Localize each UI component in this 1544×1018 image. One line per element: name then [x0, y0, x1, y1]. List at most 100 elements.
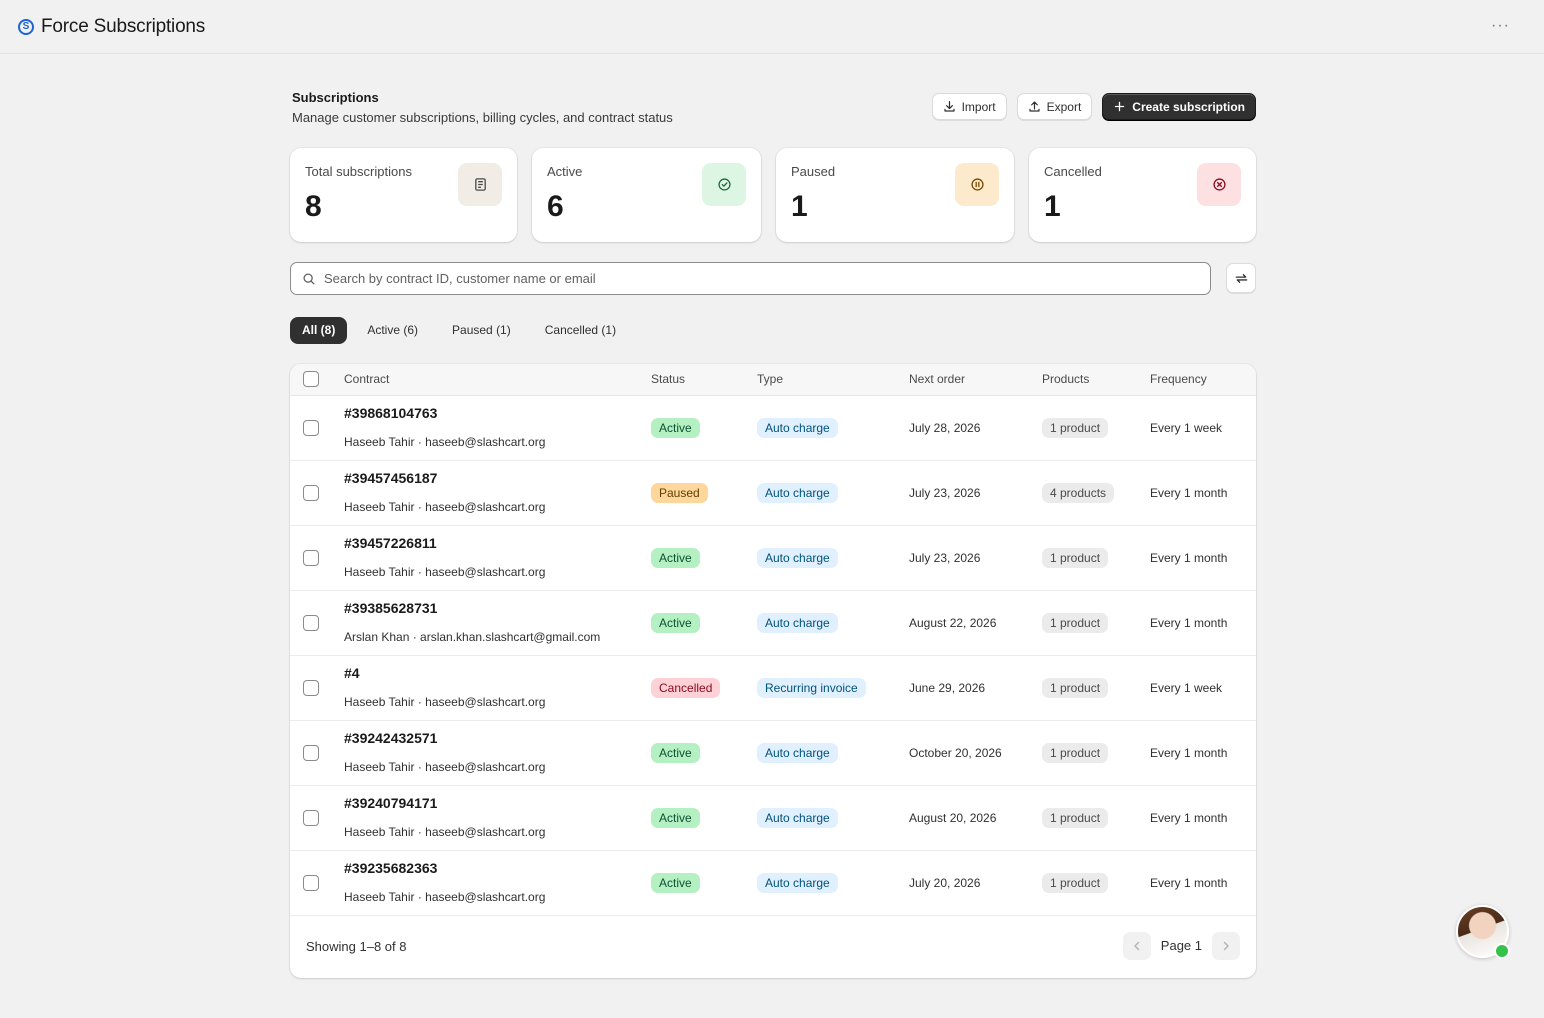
- table-row[interactable]: #39457456187 Haseeb Tahir · haseeb@slashc…: [290, 460, 1256, 525]
- check-circle-icon: [702, 163, 746, 206]
- create-subscription-button[interactable]: Create subscription: [1102, 93, 1256, 120]
- showing-count: Showing 1–8 of 8: [306, 938, 407, 954]
- type-badge: Auto charge: [757, 482, 838, 503]
- contract-id-link[interactable]: #39242432571: [344, 730, 651, 746]
- chevron-right-icon: [1223, 941, 1229, 950]
- contract-id-link[interactable]: #39457226811: [344, 535, 651, 551]
- frequency-text: Every 1 month: [1150, 485, 1228, 500]
- header-frequency: Frequency: [1150, 372, 1207, 387]
- table-row[interactable]: #39868104763 Haseeb Tahir · haseeb@slashc…: [290, 395, 1256, 460]
- header-next-order: Next order: [909, 372, 966, 387]
- stat-card-active: Active 6: [532, 148, 761, 242]
- frequency-text: Every 1 month: [1150, 550, 1228, 565]
- table-row[interactable]: #4 Haseeb Tahir · haseeb@slashcart.org Can…: [290, 655, 1256, 720]
- status-badge: Active: [651, 742, 700, 763]
- table-row[interactable]: #39385628731 Arslan Khan · arslan.khan.sl…: [290, 590, 1256, 655]
- contract-id-link[interactable]: #39868104763: [344, 405, 651, 421]
- tab-active[interactable]: Active (6): [353, 317, 432, 344]
- stat-card-paused: Paused 1: [776, 148, 1014, 242]
- products-badge: 1 product: [1042, 742, 1109, 763]
- table-body: #39868104763 Haseeb Tahir · haseeb@slashc…: [290, 395, 1256, 915]
- type-badge: Auto charge: [757, 612, 838, 633]
- frequency-text: Every 1 month: [1150, 615, 1228, 630]
- stat-value: 1: [791, 190, 808, 223]
- next-order-date: August 22, 2026: [909, 615, 997, 630]
- contract-id-link[interactable]: #39240794171: [344, 795, 651, 811]
- products-badge: 1 product: [1042, 417, 1109, 438]
- row-checkbox[interactable]: [303, 809, 319, 826]
- search-input[interactable]: [324, 271, 1184, 286]
- page-actions: Import Export Create subscription: [931, 93, 1256, 120]
- status-badge: Paused: [651, 482, 708, 503]
- status-badge: Active: [651, 547, 700, 568]
- refresh-button[interactable]: [1226, 263, 1256, 293]
- status-badge: Active: [651, 417, 700, 438]
- table-row[interactable]: #39457226811 Haseeb Tahir · haseeb@slashc…: [290, 525, 1256, 590]
- subscriptions-table-card: Contract Status Type Next order Products…: [290, 364, 1256, 978]
- app-logo-icon: S: [18, 18, 34, 35]
- frequency-text: Every 1 month: [1150, 875, 1228, 890]
- select-all-checkbox[interactable]: [303, 371, 319, 388]
- stat-label: Total subscriptions: [305, 164, 412, 179]
- page-header: Subscriptions Manage customer subscripti…: [290, 84, 1256, 148]
- next-order-date: June 29, 2026: [909, 680, 986, 695]
- type-badge: Auto charge: [757, 742, 838, 763]
- row-checkbox[interactable]: [303, 874, 319, 891]
- customer-meta: Haseeb Tahir · haseeb@slashcart.org: [344, 434, 546, 449]
- contract-cell: #39457226811 Haseeb Tahir · haseeb@slashc…: [344, 525, 651, 590]
- products-badge: 1 product: [1042, 807, 1109, 828]
- customer-meta: Arslan Khan · arslan.khan.slashcart@gmai…: [344, 629, 601, 644]
- import-button[interactable]: Import: [931, 93, 1007, 120]
- next-order-date: July 20, 2026: [909, 875, 981, 890]
- tab-all[interactable]: All (8): [290, 316, 348, 344]
- prev-page-button[interactable]: [1122, 931, 1151, 960]
- download-icon: [944, 101, 955, 112]
- frequency-text: Every 1 week: [1150, 680, 1223, 695]
- export-button[interactable]: Export: [1016, 93, 1093, 120]
- user-avatar-button[interactable]: [1456, 905, 1510, 959]
- customer-meta: Haseeb Tahir · haseeb@slashcart.org: [344, 564, 546, 579]
- stat-label: Cancelled: [1044, 164, 1102, 179]
- import-label: Import: [961, 99, 996, 114]
- more-actions-button[interactable]: ···: [1491, 17, 1510, 35]
- online-status-dot: [1494, 943, 1510, 959]
- row-checkbox[interactable]: [303, 484, 319, 501]
- tab-paused[interactable]: Paused (1): [438, 317, 525, 344]
- table-row[interactable]: #39242432571 Haseeb Tahir · haseeb@slashc…: [290, 720, 1256, 785]
- products-badge: 1 product: [1042, 547, 1109, 568]
- main-content: Subscriptions Manage customer subscripti…: [290, 84, 1256, 978]
- contract-id-link[interactable]: #4: [344, 665, 651, 681]
- contract-cell: #39235682363 Haseeb Tahir · haseeb@slashc…: [344, 850, 651, 915]
- type-badge: Auto charge: [757, 417, 838, 438]
- create-subscription-label: Create subscription: [1132, 99, 1245, 114]
- row-checkbox[interactable]: [303, 679, 319, 696]
- pause-circle-icon: [955, 163, 999, 206]
- row-checkbox[interactable]: [303, 419, 319, 436]
- stat-value: 1: [1044, 190, 1061, 223]
- row-checkbox[interactable]: [303, 614, 319, 631]
- contract-id-link[interactable]: #39385628731: [344, 600, 651, 616]
- contract-cell: #39868104763 Haseeb Tahir · haseeb@slashc…: [344, 395, 651, 460]
- header-contract: Contract: [344, 372, 390, 387]
- tab-cancelled[interactable]: Cancelled (1): [531, 317, 630, 344]
- next-page-button[interactable]: [1212, 931, 1240, 960]
- stat-card-cancelled: Cancelled 1: [1029, 148, 1256, 242]
- products-badge: 4 products: [1042, 482, 1115, 503]
- app-title: Force Subscriptions: [41, 15, 206, 37]
- upload-icon: [1029, 101, 1040, 112]
- pagination: Page 1: [1122, 931, 1240, 960]
- plus-icon: [1115, 101, 1125, 112]
- type-badge: Auto charge: [757, 807, 838, 828]
- table-row[interactable]: #39235682363 Haseeb Tahir · haseeb@slashc…: [290, 850, 1256, 915]
- products-badge: 1 product: [1042, 872, 1109, 893]
- header-status: Status: [651, 372, 686, 387]
- table-row[interactable]: #39240794171 Haseeb Tahir · haseeb@slashc…: [290, 785, 1256, 850]
- status-badge: Cancelled: [651, 677, 721, 698]
- row-checkbox[interactable]: [303, 549, 319, 566]
- status-badge: Active: [651, 612, 700, 633]
- row-checkbox[interactable]: [303, 744, 319, 761]
- page-label: Page 1: [1160, 938, 1202, 953]
- stats-row: Total subscriptions 8 Active 6 Paused 1 …: [290, 148, 1256, 242]
- contract-id-link[interactable]: #39235682363: [344, 860, 651, 876]
- contract-id-link[interactable]: #39457456187: [344, 470, 651, 486]
